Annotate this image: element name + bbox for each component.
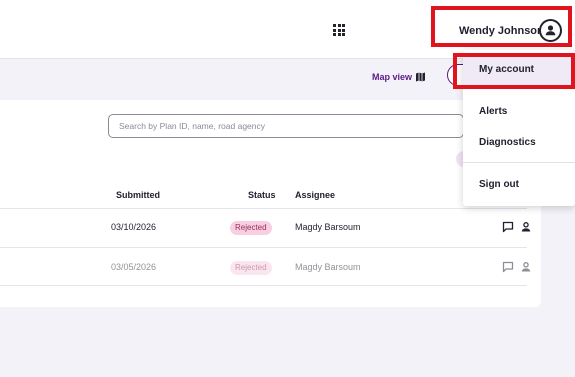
- column-header-submitted[interactable]: Submitted: [116, 190, 160, 200]
- submitted-date: 03/10/2026: [111, 222, 157, 232]
- assignee-name: Magdy Barsoum: [295, 262, 361, 272]
- menu-divider: [463, 162, 575, 163]
- user-dropdown-menu: My account Alerts Diagnostics Sign out: [463, 50, 575, 206]
- search-placeholder: Search by Plan ID, name, road agency: [119, 121, 265, 131]
- comment-icon[interactable]: [502, 221, 514, 233]
- column-header-assignee[interactable]: Assignee: [295, 190, 335, 200]
- map-view-button[interactable]: Map view: [372, 72, 426, 82]
- column-header-status[interactable]: Status: [248, 190, 276, 200]
- user-name[interactable]: Wendy Johnson: [459, 25, 544, 37]
- person-icon[interactable]: [520, 221, 532, 233]
- menu-item-diagnostics[interactable]: Diagnostics: [463, 133, 575, 153]
- menu-item-alerts[interactable]: Alerts: [463, 102, 575, 122]
- header-divider: [0, 208, 527, 209]
- status-badge: Rejected: [230, 261, 272, 275]
- menu-item-sign-out[interactable]: Sign out: [463, 175, 575, 195]
- person-circle-icon[interactable]: [539, 19, 562, 42]
- menu-item-my-account[interactable]: My account: [463, 56, 575, 87]
- map-view-label: Map view: [372, 72, 413, 82]
- status-badge: Rejected: [230, 221, 272, 235]
- apps-grid-icon[interactable]: [333, 24, 345, 36]
- comment-icon[interactable]: [502, 261, 514, 273]
- submitted-date: 03/05/2026: [111, 262, 157, 272]
- search-input[interactable]: Search by Plan ID, name, road agency: [108, 114, 464, 138]
- row-divider: [0, 285, 527, 286]
- assignee-name: Magdy Barsoum: [295, 222, 361, 232]
- map-icon: [416, 72, 426, 82]
- person-icon[interactable]: [520, 261, 532, 273]
- row-divider: [0, 247, 527, 248]
